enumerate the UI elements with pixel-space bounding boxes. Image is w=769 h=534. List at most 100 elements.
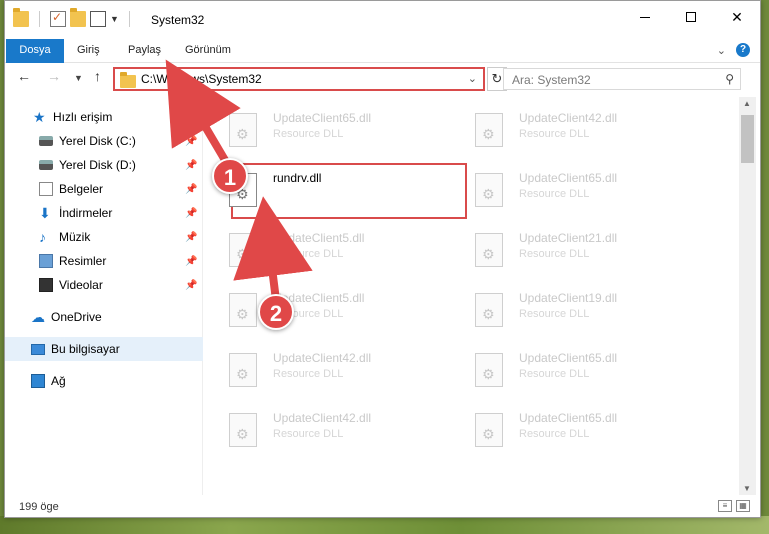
up-arrow-icon[interactable]: ↑	[94, 68, 101, 84]
pin-icon[interactable]: 📌	[185, 232, 197, 243]
document-icon	[39, 182, 53, 196]
scroll-up-arrow-icon[interactable]: ▲	[743, 99, 751, 108]
sidebar-item-downloads[interactable]: ⬇ İndirmeler 📌	[5, 201, 203, 225]
desktop-background	[0, 516, 769, 534]
minimize-button[interactable]	[622, 1, 668, 33]
cloud-icon: ☁	[31, 309, 45, 325]
back-arrow-icon[interactable]: ←	[17, 68, 31, 84]
dll-file-icon	[475, 293, 503, 327]
help-icon[interactable]: ?	[736, 43, 750, 57]
large-icons-view-icon[interactable]: ▦	[736, 500, 750, 512]
file-type: Resource DLL	[519, 248, 590, 260]
sidebar-item-label: OneDrive	[51, 310, 102, 324]
network-icon	[31, 374, 45, 388]
vertical-scrollbar[interactable]: ▲ ▼	[739, 97, 756, 495]
expand-ribbon-chevron-icon[interactable]: ⌄	[717, 44, 726, 57]
forward-arrow-icon[interactable]: →	[47, 68, 61, 84]
quick-access-toolbar: ▼	[13, 8, 136, 27]
sidebar-item-local-disk-c[interactable]: Yerel Disk (C:) 📌	[5, 129, 203, 153]
address-history-chevron-icon[interactable]: ⌄	[468, 72, 477, 85]
dll-file-icon	[475, 413, 503, 447]
sidebar-item-network[interactable]: Ağ	[5, 369, 203, 393]
tab-home[interactable]: Giriş	[65, 39, 112, 63]
sidebar-item-documents[interactable]: Belgeler 📌	[5, 177, 203, 201]
address-path[interactable]: C:\Windows\System32	[141, 72, 262, 86]
sidebar-item-label: Resimler	[59, 254, 107, 268]
toolbar-divider	[128, 11, 130, 27]
file-item[interactable]: UpdateClient65.dll Resource DLL	[457, 403, 697, 453]
maximize-icon	[686, 12, 696, 22]
properties-check-icon[interactable]	[50, 10, 66, 27]
dll-file-icon	[475, 353, 503, 387]
view-toggle: ≡ ▦	[718, 500, 750, 512]
dll-file-icon	[229, 293, 257, 327]
file-item[interactable]: UpdateClient65.dll Resource DLL	[457, 343, 697, 393]
customize-toolbar-chevron-icon[interactable]: ▼	[110, 14, 119, 24]
download-icon: ⬇	[39, 205, 51, 221]
title-bar: ▼ System32 ✕	[5, 1, 760, 39]
status-bar: 199 öge ≡ ▦	[5, 497, 760, 517]
sidebar-item-videos[interactable]: Videolar 📌	[5, 273, 203, 297]
pin-icon[interactable]: 📌	[185, 136, 197, 147]
ribbon-tabs: Dosya Giriş Paylaş Görünüm ⌄ ?	[5, 39, 760, 63]
new-folder-icon[interactable]	[70, 8, 86, 27]
file-name: rundrv.dll	[273, 171, 322, 185]
file-item[interactable]: UpdateClient65.dll Resource DLL	[211, 103, 451, 153]
file-name: UpdateClient21.dll	[519, 231, 618, 245]
close-button[interactable]: ✕	[714, 1, 760, 33]
file-item[interactable]: UpdateClient21.dll Resource DLL	[457, 223, 697, 273]
item-count: 199 öge	[19, 501, 59, 513]
recent-locations-chevron-icon[interactable]: ▼	[74, 73, 83, 83]
sidebar-item-quick-access[interactable]: ★ Hızlı erişim	[5, 105, 203, 129]
sidebar-item-label: Yerel Disk (D:)	[59, 158, 136, 172]
file-type: Resource DLL	[273, 248, 344, 260]
file-item[interactable]: UpdateClient5.dll Resource DLL	[211, 283, 451, 333]
file-name: UpdateClient65.dll	[519, 411, 618, 425]
file-item[interactable]: UpdateClient42.dll Resource DLL	[211, 403, 451, 453]
file-item[interactable]: UpdateClient42.dll Resource DLL	[211, 343, 451, 393]
scroll-down-arrow-icon[interactable]: ▼	[743, 484, 751, 493]
star-icon: ★	[33, 109, 46, 125]
search-placeholder[interactable]: Ara: System32	[512, 73, 591, 87]
sidebar-item-pictures[interactable]: Resimler 📌	[5, 249, 203, 273]
file-type: Resource DLL	[273, 428, 344, 440]
window-title: System32	[151, 13, 205, 27]
file-name: UpdateClient65.dll	[519, 171, 618, 185]
pin-icon[interactable]: 📌	[185, 184, 197, 195]
file-item[interactable]: UpdateClient19.dll Resource DLL	[457, 283, 697, 333]
search-input[interactable]: Ara: System32 ⚲	[503, 68, 741, 90]
dll-file-icon	[229, 413, 257, 447]
pin-icon[interactable]: 📌	[185, 280, 197, 291]
file-name: UpdateClient42.dll	[273, 351, 372, 365]
search-icon[interactable]: ⚲	[725, 72, 734, 86]
pin-icon[interactable]: 📌	[185, 160, 197, 171]
ribbon-controls: ⌄ ?	[717, 43, 750, 57]
pin-icon[interactable]: 📌	[185, 256, 197, 267]
file-item[interactable]: UpdateClient42.dll Resource DLL	[457, 103, 697, 153]
tab-view[interactable]: Görünüm	[173, 39, 243, 63]
address-bar[interactable]: C:\Windows\System32 ⌄	[113, 67, 485, 91]
scrollbar-thumb[interactable]	[741, 115, 754, 163]
folder-icon	[120, 72, 136, 88]
annotation-step-1-badge: 1	[212, 158, 248, 194]
annotation-step-2-badge: 2	[258, 294, 294, 330]
pin-icon[interactable]: 📌	[185, 208, 197, 219]
tab-file[interactable]: Dosya	[6, 39, 64, 63]
file-item[interactable]: UpdateClient65.dll Resource DLL	[457, 163, 697, 213]
tab-share[interactable]: Paylaş	[116, 39, 173, 63]
file-item[interactable]: UpdateClient5.dll Resource DLL	[211, 223, 451, 273]
sidebar-item-local-disk-d[interactable]: Yerel Disk (D:) 📌	[5, 153, 203, 177]
navigation-pane: ★ Hızlı erişim Yerel Disk (C:) 📌 Yerel D…	[5, 97, 203, 495]
sidebar-item-music[interactable]: ♪ Müzik 📌	[5, 225, 203, 249]
file-type: Resource DLL	[519, 128, 590, 140]
details-view-icon[interactable]: ≡	[718, 500, 732, 512]
sidebar-item-onedrive[interactable]: ☁ OneDrive	[5, 305, 203, 329]
file-name: UpdateClient65.dll	[273, 111, 372, 125]
maximize-button[interactable]	[668, 1, 714, 33]
view-options-icon[interactable]	[90, 11, 106, 27]
file-list: UpdateClient65.dll Resource DLL UpdateCl…	[211, 97, 739, 495]
sidebar-item-label: Bu bilgisayar	[51, 342, 120, 356]
toolbar-divider	[39, 11, 40, 27]
file-name: UpdateClient42.dll	[519, 111, 618, 125]
sidebar-item-this-pc[interactable]: Bu bilgisayar	[5, 337, 203, 361]
